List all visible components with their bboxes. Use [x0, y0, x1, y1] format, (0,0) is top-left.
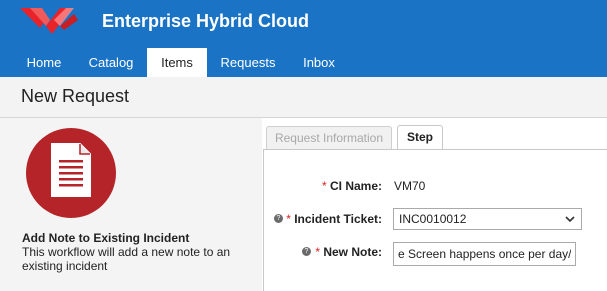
incident-ticket-select[interactable]: INC0010012 [393, 208, 582, 230]
help-icon[interactable]: ? [302, 247, 311, 256]
main-nav: Home Catalog Items Requests Inbox [0, 48, 607, 77]
help-icon[interactable]: ? [274, 214, 283, 223]
required-marker: * [315, 245, 320, 259]
top-header: Enterprise Hybrid Cloud Home Catalog Ite… [0, 0, 607, 77]
workflow-description: This workflow will add a new note to an … [22, 245, 231, 273]
ci-name-value: VM70 [394, 179, 426, 193]
new-note-input[interactable] [393, 242, 576, 266]
tab-step[interactable]: Step [397, 125, 443, 150]
tab-request-information[interactable]: Request Information [266, 126, 392, 149]
page-title: New Request [21, 86, 130, 106]
nav-item-inbox[interactable]: Inbox [292, 48, 346, 77]
nav-item-home[interactable]: Home [16, 48, 72, 77]
required-marker: * [286, 212, 291, 226]
app-title: Enterprise Hybrid Cloud [102, 11, 310, 31]
new-note-label: * New Note: [315, 245, 382, 259]
document-icon [51, 143, 91, 197]
incident-ticket-value: INC0010012 [399, 212, 467, 226]
workflow-icon [26, 128, 116, 218]
nav-item-catalog[interactable]: Catalog [80, 48, 142, 77]
nav-item-requests[interactable]: Requests [213, 48, 283, 77]
workflow-name: Add Note to Existing Incident [22, 231, 190, 245]
chevron-down-icon [565, 216, 575, 223]
ci-name-label: * CI Name: [321, 179, 382, 193]
nav-item-items[interactable]: Items [147, 48, 207, 77]
brand-logo-icon [20, 8, 78, 34]
required-marker: * [321, 179, 327, 193]
incident-ticket-label: * Incident Ticket: [286, 212, 382, 226]
